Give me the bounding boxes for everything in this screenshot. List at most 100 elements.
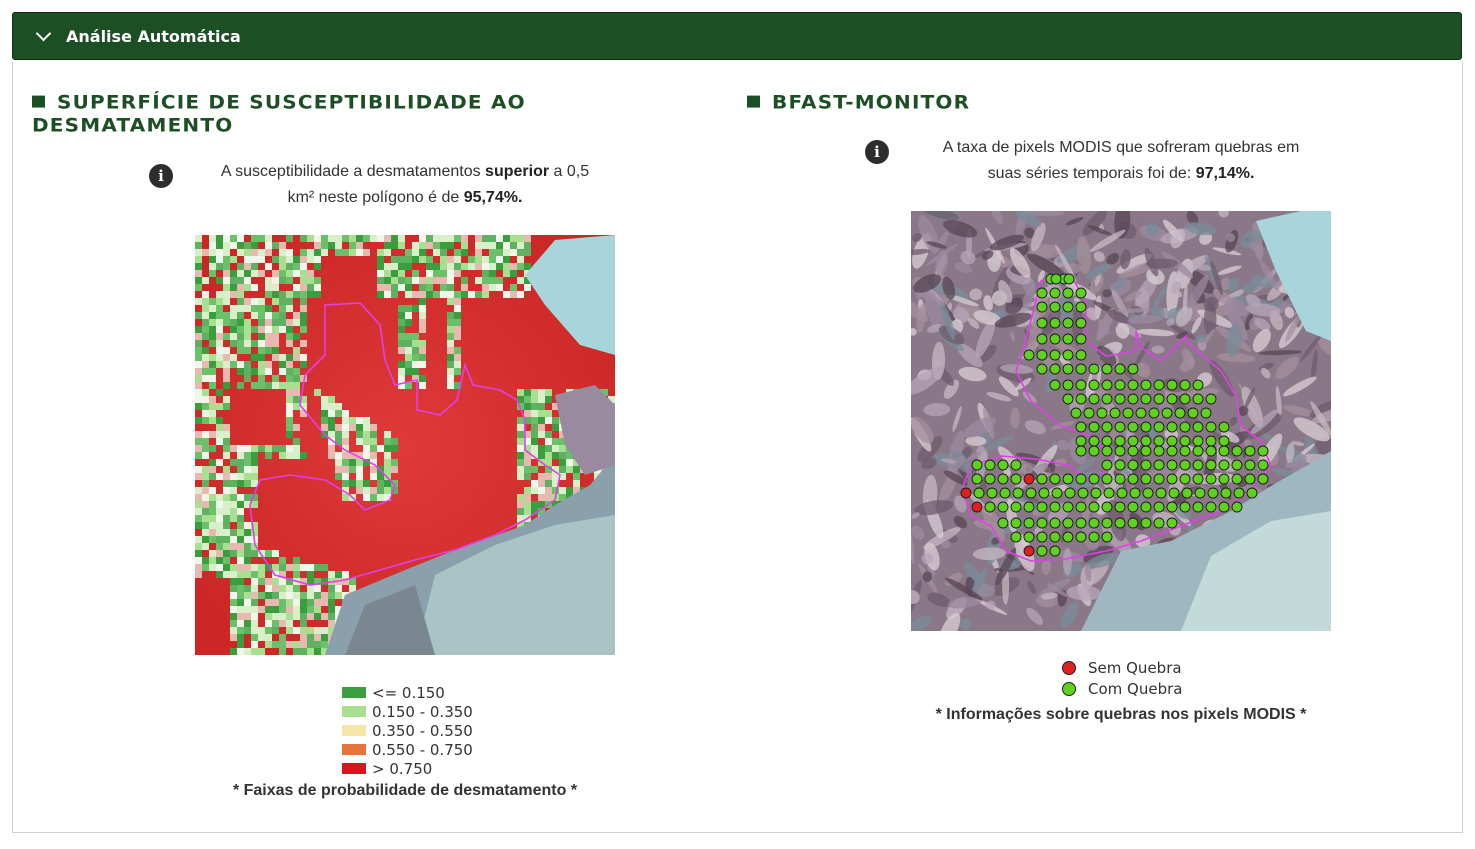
susceptibility-title: Superfície de Susceptibilidade ao Desmat… [32,91,526,137]
modis-pixel-dot [1096,407,1108,419]
modis-pixel-dot [1231,473,1243,485]
modis-pixel-dot [1036,287,1048,299]
modis-pixel-dot [997,517,1009,529]
modis-pixel-dot [1036,317,1048,329]
modis-pixel-dot [1244,473,1256,485]
modis-pixel-dot [1101,473,1113,485]
modis-pixel-dot [1075,435,1087,447]
modis-pixel-dot [1012,487,1024,499]
modis-pixel-dot [1010,473,1022,485]
modis-pixel-dot [1090,487,1102,499]
modis-pixel-dot [1127,445,1139,457]
legend-item: Com Quebra [1062,678,1182,699]
legend-swatch [342,763,366,774]
modis-pixel-dot [1220,487,1232,499]
chevron-down-icon [35,25,52,42]
modis-pixel-dot [1161,407,1173,419]
modis-pixel-dot [1075,517,1087,529]
modis-pixel-dot [1166,459,1178,471]
modis-pixel-dot [1140,421,1152,433]
modis-pixel-dot [1179,501,1191,513]
modis-pixel-dot [1192,459,1204,471]
modis-pixel-dot [1070,407,1082,419]
modis-pixel-dot [1010,459,1022,471]
modis-pixel-dot [1050,273,1062,285]
modis-pixel-dot [1181,487,1193,499]
modis-pixel-dot [1101,517,1113,529]
modis-pixel-dot [1101,531,1113,543]
modis-pixel-dot [1257,473,1269,485]
legend-item: 0.150 - 0.350 [342,702,473,721]
modis-pixel-dot [1075,393,1087,405]
modis-pixel-dot [997,473,1009,485]
modis-pixel-dot [1049,545,1061,557]
modis-pixel-dot [1063,273,1075,285]
modis-pixel-dot [1101,501,1113,513]
modis-pixel-dot [1062,287,1074,299]
modis-pixel-dot [1153,459,1165,471]
modis-pixel-dot [1114,421,1126,433]
modis-pixel-dot [984,501,996,513]
modis-pixel-dot [1153,473,1165,485]
modis-pixel-dot [1075,445,1087,457]
modis-pixel-dot [1049,379,1061,391]
legend-dot-icon [1062,681,1076,696]
modis-pixel-dot [1174,407,1186,419]
modis-pixel-dot [1023,545,1035,557]
modis-pixel-dot [1166,421,1178,433]
modis-pixel-dot [1192,435,1204,447]
modis-pixel-dot [1233,487,1245,499]
modis-pixel-dot [1036,363,1048,375]
legend-label: 0.350 - 0.550 [372,721,473,740]
modis-pixel-dot [1166,501,1178,513]
modis-pixel-dot [1036,301,1048,313]
modis-pixel-dot [1153,517,1165,529]
modis-pixel-dot [1077,487,1089,499]
modis-pixel-dot [1036,333,1048,345]
modis-pixel-dot [1218,421,1230,433]
modis-pixel-dot [1194,487,1206,499]
modis-pixel-dot [1088,421,1100,433]
modis-pixel-dot [1231,445,1243,457]
modis-pixel-dot [1153,379,1165,391]
modis-pixel-dot [1140,445,1152,457]
modis-pixel-dot [1257,445,1269,457]
modis-pixel-dot [1142,487,1154,499]
modis-pixel-dot [1192,379,1204,391]
modis-pixel-dot [1101,421,1113,433]
modis-pixel-dot [1114,517,1126,529]
modis-pixel-dot [1036,473,1048,485]
modis-pixel-dot [1051,487,1063,499]
modis-pixel-dot [1049,333,1061,345]
modis-pixel-dot [1166,379,1178,391]
modis-pixel-dot [1023,501,1035,513]
bfast-caption: * Informações sobre quebras nos pixels M… [935,706,1307,723]
modis-pixel-dot [1101,459,1113,471]
legend-item: > 0.750 [342,759,473,778]
modis-pixel-dot [1036,501,1048,513]
modis-pixel-dot [1179,473,1191,485]
modis-pixel-dot [1166,435,1178,447]
title-square-icon [747,95,760,108]
legend-swatch [342,725,366,736]
bfast-info-text: A taxa de pixels MODIS que sofreram queb… [942,139,1300,182]
modis-pixel-dot [1153,393,1165,405]
modis-pixel-dot [1127,393,1139,405]
analise-automatica-header[interactable]: Análise Automática [12,12,1462,60]
modis-pixel-dot [1062,301,1074,313]
modis-pixel-dot [1101,363,1113,375]
legend-item: 0.550 - 0.750 [342,740,473,759]
legend-label: 0.150 - 0.350 [372,702,473,721]
modis-pixel-dot [1088,531,1100,543]
modis-pixel-dot [1088,435,1100,447]
modis-pixel-dot [1257,459,1269,471]
modis-pixel-dot [1101,393,1113,405]
legend-label: 0.550 - 0.750 [372,740,473,759]
modis-pixel-dot [1010,501,1022,513]
legend-swatch [342,687,366,698]
title-square-icon [32,95,45,108]
modis-pixel-dot [1140,517,1152,529]
modis-pixel-dot [1064,487,1076,499]
modis-pixel-dot [1114,363,1126,375]
modis-pixel-dot [1023,473,1035,485]
